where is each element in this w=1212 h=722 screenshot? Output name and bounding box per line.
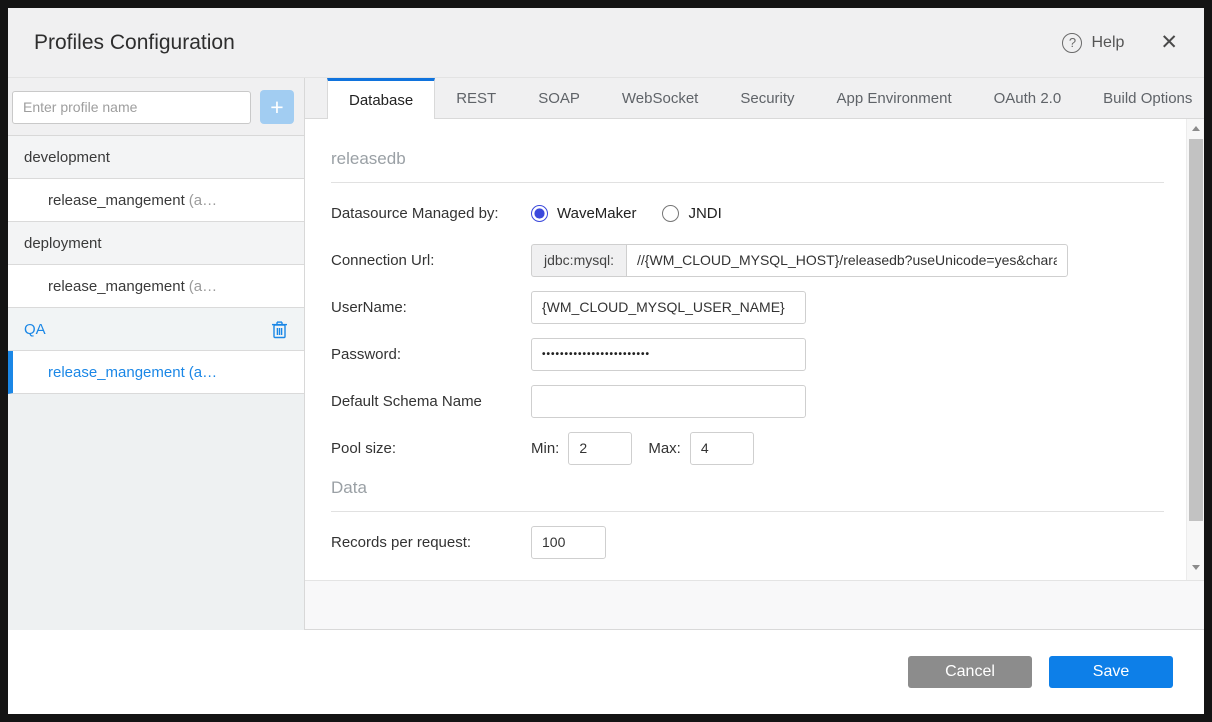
profile-list: development release_mangement (a… deploy… <box>8 136 304 630</box>
profile-group-label: deployment <box>24 234 102 252</box>
data-section-title: Data <box>331 478 367 497</box>
pool-min-label: Min: <box>531 439 560 457</box>
password-input[interactable] <box>531 337 806 371</box>
db-section-title: releasedb <box>331 149 406 168</box>
pool-max-label: Max: <box>648 439 681 457</box>
radio-jndi[interactable]: JNDI <box>662 204 722 222</box>
profile-child-suffix: (a… <box>188 191 218 209</box>
profile-child-label: release_mangement <box>48 277 185 295</box>
tab-rest[interactable]: REST <box>435 78 517 118</box>
records-label: Records per request: <box>331 533 472 551</box>
schema-label: Default Schema Name <box>331 392 482 410</box>
pool-max-input[interactable] <box>689 431 754 465</box>
profile-child-label: release_mangement <box>48 363 185 381</box>
profile-child-label: release_mangement <box>48 191 185 209</box>
sidebar-item-qa[interactable]: QA <box>8 308 304 351</box>
sidebar-item-release-mangement-qa[interactable]: release_mangement (a… <box>8 351 304 394</box>
jdbc-prefix-addon: jdbc:mysql: <box>531 243 627 277</box>
pool-min-input[interactable] <box>568 431 633 465</box>
panel-bottom-strip <box>305 580 1204 630</box>
schema-input[interactable] <box>531 384 806 418</box>
trash-icon[interactable] <box>271 320 288 339</box>
username-row: UserName: <box>331 290 1164 324</box>
vertical-scrollbar[interactable] <box>1186 119 1204 580</box>
profiles-configuration-dialog: Profiles Configuration ? Help ✕ + develo… <box>8 8 1204 714</box>
help-icon: ? <box>1062 32 1083 53</box>
dialog-title: Profiles Configuration <box>34 30 235 54</box>
jndi-radio[interactable] <box>662 204 680 222</box>
close-icon[interactable]: ✕ <box>1160 32 1178 53</box>
tab-websocket[interactable]: WebSocket <box>601 78 719 118</box>
scrollbar-down-arrow-icon[interactable] <box>1192 565 1200 570</box>
records-row: Records per request: <box>331 525 1164 559</box>
profile-group-label: development <box>24 148 110 166</box>
sidebar-item-development[interactable]: development <box>8 136 304 179</box>
profile-group-label: QA <box>24 320 46 338</box>
connection-url-input[interactable] <box>626 243 1068 277</box>
tab-security[interactable]: Security <box>719 78 815 118</box>
tab-build-options[interactable]: Build Options <box>1082 78 1212 118</box>
config-tabs: Database REST SOAP WebSocket Security Ap… <box>305 78 1204 119</box>
radio-wavemaker[interactable]: WaveMaker <box>531 204 637 222</box>
tab-app-environment[interactable]: App Environment <box>816 78 973 118</box>
jndi-radio-label: JNDI <box>688 204 722 222</box>
username-label: UserName: <box>331 298 407 316</box>
profile-detail-panel: Database REST SOAP WebSocket Security Ap… <box>305 78 1204 630</box>
profiles-sidebar: + development release_mangement (a… depl… <box>8 78 305 630</box>
datasource-row: Datasource Managed by: WaveMaker JNDI <box>331 196 1164 230</box>
pool-size-label: Pool size: <box>331 439 397 457</box>
datasource-radio-group: WaveMaker JNDI <box>531 204 722 222</box>
profile-child-suffix: (a… <box>188 363 218 381</box>
connection-url-label: Connection Url: <box>331 251 435 269</box>
profile-child-suffix: (a… <box>188 277 218 295</box>
scrollbar-up-arrow-icon[interactable] <box>1192 126 1200 131</box>
tab-soap[interactable]: SOAP <box>517 78 601 118</box>
records-input[interactable] <box>531 525 606 559</box>
tab-oauth[interactable]: OAuth 2.0 <box>973 78 1083 118</box>
save-button[interactable]: Save <box>1049 656 1173 688</box>
connection-url-row: Connection Url: jdbc:mysql: <box>331 243 1164 277</box>
scrollbar-thumb[interactable] <box>1189 139 1203 521</box>
profile-search-row: + <box>8 78 304 136</box>
sidebar-item-deployment[interactable]: deployment <box>8 222 304 265</box>
help-label: Help <box>1091 33 1125 51</box>
wavemaker-radio-label: WaveMaker <box>557 204 637 222</box>
datasource-label: Datasource Managed by: <box>331 204 499 222</box>
connection-url-group: jdbc:mysql: <box>531 243 1068 277</box>
tab-database[interactable]: Database <box>327 78 436 119</box>
username-input[interactable] <box>531 290 806 324</box>
password-label: Password: <box>331 345 402 363</box>
section-divider <box>331 511 1164 512</box>
sidebar-item-release-mangement-development[interactable]: release_mangement (a… <box>8 179 304 222</box>
dialog-header: Profiles Configuration ? Help ✕ <box>8 8 1204 78</box>
dialog-footer: Cancel Save <box>8 630 1204 714</box>
dialog-body: + development release_mangement (a… depl… <box>8 78 1204 630</box>
schema-row: Default Schema Name <box>331 384 1164 418</box>
cancel-button[interactable]: Cancel <box>908 656 1032 688</box>
help-button[interactable]: ? Help <box>1062 32 1125 53</box>
password-row: Password: <box>331 337 1164 371</box>
section-divider <box>331 182 1164 183</box>
add-profile-button[interactable]: + <box>260 90 294 124</box>
sidebar-item-release-mangement-deployment[interactable]: release_mangement (a… <box>8 265 304 308</box>
database-tab-content: releasedb Datasource Managed by: WaveMak… <box>305 119 1204 580</box>
pool-size-row: Pool size: Min: Max: <box>331 431 1164 465</box>
database-form: releasedb Datasource Managed by: WaveMak… <box>305 119 1204 559</box>
wavemaker-radio[interactable] <box>531 204 548 222</box>
profile-name-input[interactable] <box>12 90 251 124</box>
